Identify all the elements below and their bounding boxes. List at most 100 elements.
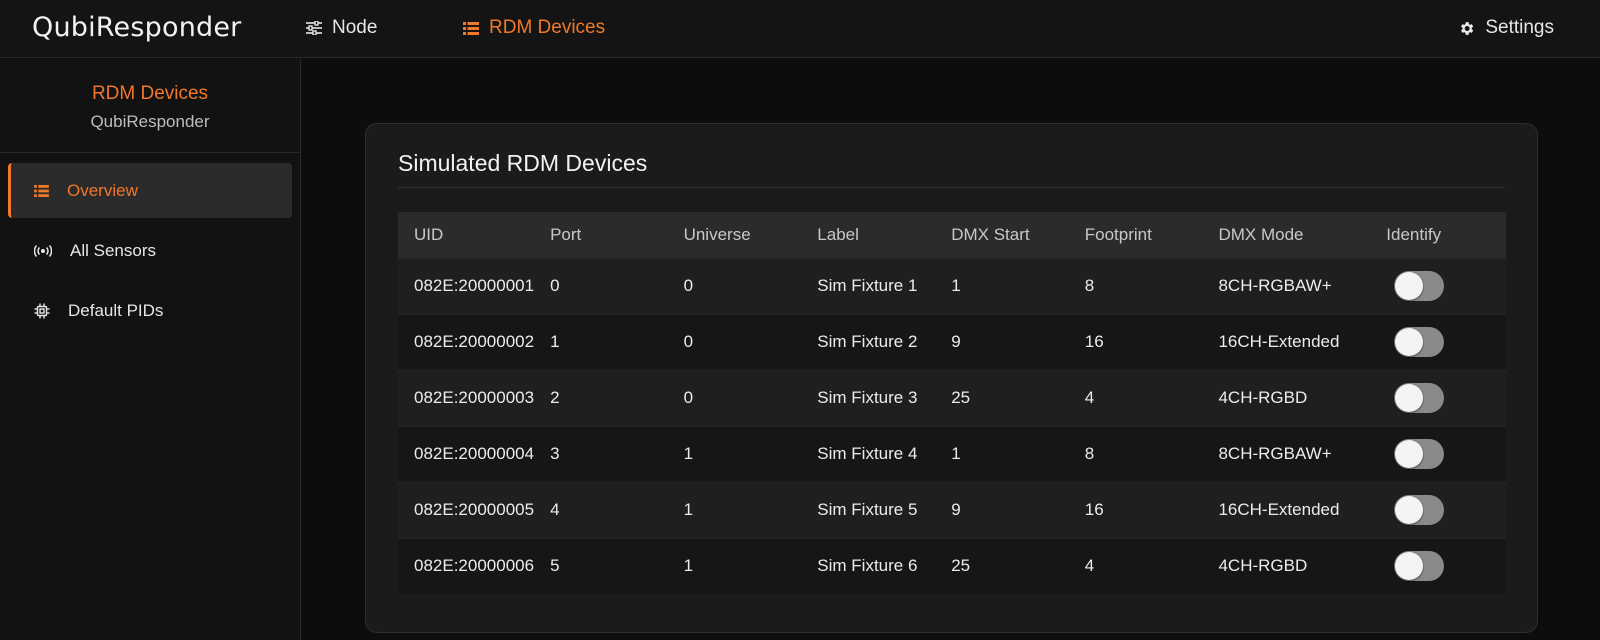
identify-toggle[interactable] [1394,327,1445,357]
cell-dmx-mode: 8CH-RGBAW+ [1202,425,1371,482]
list-icon [34,184,49,197]
list-icon [463,21,479,35]
cell-universe: 1 [667,537,802,594]
cell-label: Sim Fixture 5 [801,481,936,538]
toggle-knob [1395,384,1424,412]
cell-label: Sim Fixture 6 [801,537,936,594]
cell-dmx-mode: 4CH-RGBD [1202,369,1371,426]
table-header-row: UID Port Universe Label DMX Start Footpr… [398,212,1506,258]
cell-universe: 0 [667,257,802,314]
cell-identify [1370,369,1506,426]
toggle-knob [1395,272,1424,300]
cell-uid: 082E:20000002 [398,313,535,370]
identify-toggle[interactable] [1394,495,1445,525]
identify-toggle[interactable] [1394,383,1445,413]
cell-footprint: 8 [1068,425,1203,482]
cell-uid: 082E:20000005 [398,481,535,538]
sidebar: RDM Devices QubiResponder Overview All S… [0,59,301,640]
top-nav-bar: QubiResponder Node RDM Devices Settings [0,0,1600,58]
identify-toggle[interactable] [1394,439,1445,469]
cell-universe: 0 [667,369,802,426]
cell-dmx-mode: 4CH-RGBD [1202,537,1371,594]
cell-uid: 082E:20000001 [398,257,535,314]
cell-dmx-start: 9 [935,313,1069,370]
gear-icon [1458,20,1475,37]
table-row: 082E:20000001 0 0 Sim Fixture 1 1 8 8CH-… [398,257,1506,314]
column-header-port[interactable]: Port [534,212,668,258]
column-header-footprint[interactable]: Footprint [1069,212,1203,258]
cell-universe: 1 [667,425,802,482]
cell-dmx-mode: 8CH-RGBAW+ [1202,257,1371,314]
cell-uid: 082E:20000004 [398,425,535,482]
column-header-dmx-start[interactable]: DMX Start [935,212,1069,258]
toggle-knob [1395,440,1424,468]
sidebar-header: RDM Devices QubiResponder [0,59,300,153]
column-header-uid[interactable]: UID [398,212,534,258]
cell-label: Sim Fixture 2 [801,313,936,370]
cell-footprint: 4 [1068,537,1203,594]
column-header-universe[interactable]: Universe [668,212,802,258]
column-header-label[interactable]: Label [801,212,935,258]
cell-port: 1 [534,313,668,370]
cell-dmx-start: 1 [935,425,1069,482]
table-row: 082E:20000005 4 1 Sim Fixture 5 9 16 16C… [398,481,1506,538]
cell-identify [1370,481,1506,538]
cell-universe: 1 [667,481,802,538]
cell-dmx-mode: 16CH-Extended [1202,313,1371,370]
sidebar-item-default-pids[interactable]: Default PIDs [8,283,292,338]
sidebar-subtitle: QubiResponder [90,112,210,131]
cell-footprint: 8 [1068,257,1203,314]
cell-port: 2 [534,369,668,426]
cell-uid: 082E:20000003 [398,369,535,426]
column-header-dmx-mode[interactable]: DMX Mode [1202,212,1370,258]
column-header-identify[interactable]: Identify [1370,212,1506,258]
cell-dmx-start: 9 [935,481,1069,538]
sliders-icon [306,21,322,35]
toggle-knob [1395,496,1424,524]
cell-port: 0 [534,257,668,314]
sidebar-item-label: Default PIDs [68,300,164,320]
nav-node[interactable]: Node [306,17,377,39]
cell-label: Sim Fixture 1 [801,257,936,314]
nav-rdm-devices[interactable]: RDM Devices [463,17,605,39]
sidebar-title: RDM Devices [91,83,209,104]
broadcast-icon [34,244,52,257]
cell-identify [1370,425,1506,482]
cell-dmx-start: 1 [935,257,1069,314]
table-row: 082E:20000006 5 1 Sim Fixture 6 25 4 4CH… [398,537,1506,594]
chip-icon [34,303,50,319]
nav-settings[interactable]: Settings [1458,17,1554,39]
sidebar-item-overview[interactable]: Overview [8,163,292,218]
cell-dmx-start: 25 [935,369,1069,426]
cell-universe: 0 [667,313,802,370]
table-row: 082E:20000003 2 0 Sim Fixture 3 25 4 4CH… [398,369,1506,426]
devices-table: UID Port Universe Label DMX Start Footpr… [398,212,1506,594]
toggle-knob [1395,328,1424,356]
cell-port: 3 [534,425,668,482]
cell-footprint: 16 [1068,313,1203,370]
table-row: 082E:20000004 3 1 Sim Fixture 4 1 8 8CH-… [398,425,1506,482]
cell-label: Sim Fixture 3 [801,369,936,426]
sidebar-item-all-sensors[interactable]: All Sensors [8,223,292,278]
cell-port: 5 [534,537,668,594]
cell-footprint: 4 [1068,369,1203,426]
cell-label: Sim Fixture 4 [801,425,936,482]
sidebar-item-label: Overview [67,180,138,200]
rdm-devices-card: Simulated RDM Devices UID Port Universe … [365,123,1538,633]
nav-rdm-label: RDM Devices [489,17,606,38]
nav-settings-label: Settings [1485,17,1554,38]
cell-footprint: 16 [1068,481,1203,538]
cell-uid: 082E:20000006 [398,537,535,594]
cell-identify [1370,257,1506,314]
cell-identify [1370,537,1506,594]
divider [398,187,1505,188]
cell-dmx-start: 25 [935,537,1069,594]
toggle-knob [1395,552,1424,581]
identify-toggle[interactable] [1394,551,1445,582]
app-logo[interactable]: QubiResponder [32,12,241,43]
cell-port: 4 [534,481,668,538]
cell-dmx-mode: 16CH-Extended [1202,481,1371,538]
card-title: Simulated RDM Devices [398,150,648,176]
cell-identify [1370,313,1506,370]
identify-toggle[interactable] [1394,271,1445,301]
